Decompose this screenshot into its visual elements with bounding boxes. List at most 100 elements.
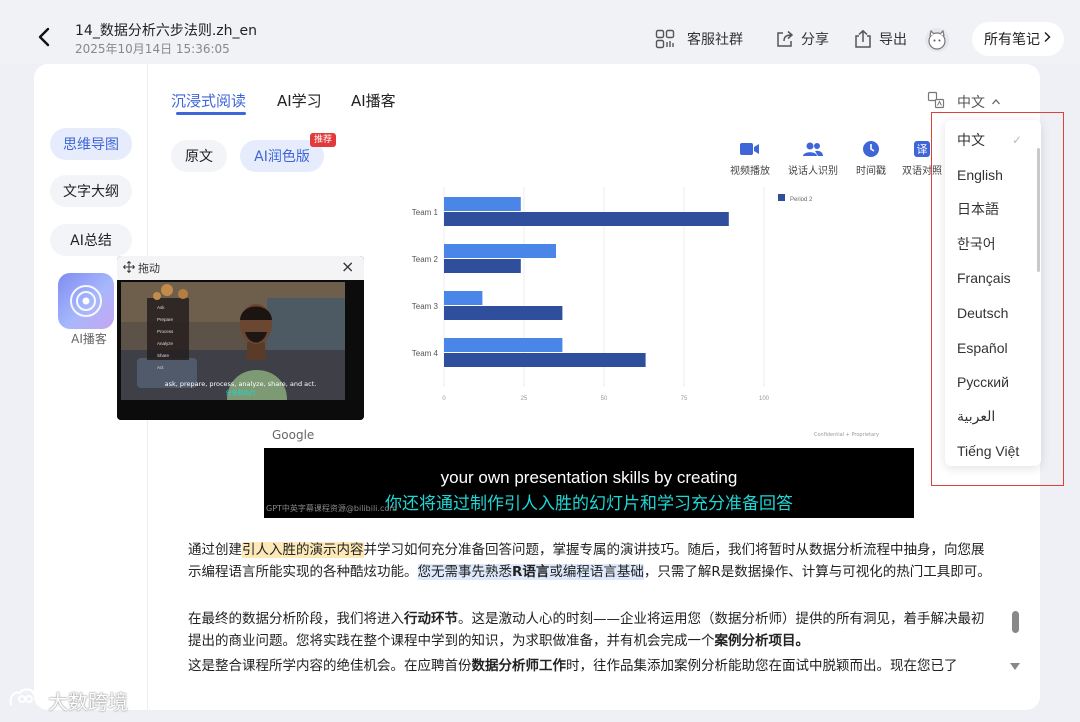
floating-video-player[interactable]: 拖动 × Ask Prepare Process Analyze Share Act as…	[117, 256, 364, 420]
active-tab-indicator	[176, 112, 246, 115]
para-text: 时，往作品集添加案例分析能助您在面试中脱颖而出。现在您已了	[566, 658, 958, 674]
translate-icon	[927, 91, 945, 113]
all-notes-label: 所有笔记	[984, 32, 1040, 48]
google-label: Google	[272, 428, 315, 442]
podcast-wave-icon	[70, 285, 102, 317]
chart-tick-label: 25	[521, 396, 528, 402]
slide-menu-item: Act	[157, 365, 164, 370]
grid-icon	[655, 29, 675, 49]
community-button[interactable]: 客服社群	[655, 28, 743, 50]
timestamp-label: 时间戳	[856, 166, 886, 177]
highlight-blue: 您无需事先熟悉	[417, 563, 512, 580]
brand-watermark: 大数跨境	[8, 686, 128, 715]
language-select[interactable]: 中文	[927, 91, 1001, 113]
dropdown-highlight-outline	[931, 112, 1064, 486]
highlight-blue-bold: R语言	[512, 563, 550, 580]
video-watermark: GPT中英字幕课程资源@bilibili.com	[266, 504, 398, 513]
language-select-label: 中文	[957, 95, 985, 111]
confidential-label: Confidential + Proprietary	[814, 432, 880, 438]
users-icon	[802, 140, 824, 158]
chart-legend-swatch	[778, 194, 785, 201]
para-text: 通过创建	[188, 542, 242, 558]
sidebar-item-ai-summary[interactable]: AI总结	[50, 224, 132, 256]
document-date: 2025年10月14日 15:36:05	[75, 42, 230, 56]
slide-menu-item: Ask	[157, 305, 165, 310]
chart-legend-label: Period 2	[790, 197, 813, 203]
share-icon	[775, 29, 795, 49]
chart-bar	[444, 259, 521, 273]
bold-keyword: 案例分析项目。	[714, 632, 810, 649]
move-icon	[123, 260, 135, 276]
chart-category-label: Team 4	[412, 349, 439, 358]
chart-bar	[444, 291, 483, 305]
export-label: 导出	[879, 32, 907, 48]
highlight-yellow: 引人入胜的演示内容	[242, 542, 364, 558]
drag-handle[interactable]: 拖动	[123, 260, 160, 276]
transcript-paragraph-2[interactable]: 在最终的数据分析阶段，我们将进入行动环节。这是激动人心的时刻——企业将运用您（数…	[188, 609, 994, 652]
chart-bar	[444, 338, 563, 352]
bold-keyword: 数据分析师工作	[471, 658, 567, 674]
video-subtitle-strip[interactable]: your own presentation skills by creating…	[264, 448, 914, 518]
export-button[interactable]: 导出	[853, 28, 907, 50]
drag-label: 拖动	[138, 262, 160, 275]
original-version-button[interactable]: 原文	[171, 140, 227, 172]
translate-badge-icon: 译	[911, 140, 933, 158]
chart-bar	[444, 306, 563, 320]
speaker-identify-button[interactable]: 说话人识别	[783, 140, 843, 177]
chart-bar	[444, 353, 646, 367]
slide-menu-item: Process	[157, 329, 174, 334]
share-button[interactable]: 分享	[775, 28, 829, 50]
slide-menu-item: Share	[157, 353, 170, 358]
all-notes-button[interactable]: 所有笔记	[972, 22, 1064, 56]
clock-icon	[860, 140, 882, 158]
timestamp-button[interactable]: 时间戳	[841, 140, 901, 177]
slide-menu-item: Prepare	[157, 317, 174, 322]
scroll-down-arrow-icon[interactable]	[1010, 663, 1020, 670]
tab-immersive-reading[interactable]: 沉浸式阅读	[171, 90, 246, 111]
back-arrow-icon[interactable]	[34, 26, 56, 48]
close-icon[interactable]: ×	[341, 259, 354, 275]
chart-tick-label: 100	[759, 396, 770, 402]
presenter-scene	[117, 280, 364, 420]
svg-text:译: 译	[917, 143, 928, 156]
slide-menu-item: Analyze	[157, 341, 174, 346]
chart-tick-label: 50	[601, 396, 608, 402]
user-avatar[interactable]	[925, 28, 949, 52]
floating-video-caption-zh: 分享和执行	[225, 390, 256, 397]
chevron-right-icon	[1042, 31, 1052, 47]
transcript-paragraph-1[interactable]: 通过创建引人入胜的演示内容并学习如何充分准备回答问题，掌握专属的演讲技巧。随后，…	[188, 540, 994, 583]
brand-watermark-text: 大数跨境	[48, 690, 128, 714]
chart-category-label: Team 2	[412, 255, 439, 264]
floating-video-caption-en: ask, prepare, process, analyze, share, a…	[164, 380, 317, 388]
video-play-label: 视频播放	[730, 166, 770, 177]
share-label: 分享	[801, 32, 829, 48]
document-title: 14_数据分析六步法则.zh_en	[75, 23, 257, 39]
speaker-identify-label: 说话人识别	[788, 166, 838, 177]
transcript-paragraph-3[interactable]: 这是整合课程所学内容的绝佳机会。在应聘首份数据分析师工作时，往作品集添加案例分析…	[188, 656, 994, 678]
chart-bar	[444, 212, 729, 226]
tab-ai-podcast[interactable]: AI播客	[351, 90, 396, 111]
brand-logo-icon	[8, 687, 42, 714]
video-camera-icon	[739, 140, 761, 158]
slide-menu-list: Ask Prepare Process Analyze Share Act	[157, 302, 173, 374]
floating-video-titlebar[interactable]: 拖动 ×	[117, 256, 364, 280]
chart-category-label: Team 1	[412, 208, 439, 217]
sidebar-item-outline[interactable]: 文字大纲	[50, 175, 132, 207]
para-text: 在最终的数据分析阶段，我们将进入	[188, 611, 404, 627]
sidebar-item-mind-map[interactable]: 思维导图	[50, 128, 132, 160]
ai-podcast-tile[interactable]	[58, 273, 114, 329]
scrollbar-thumb[interactable]	[1012, 611, 1019, 633]
tab-ai-learn[interactable]: AI学习	[277, 90, 322, 111]
video-frame[interactable]: Ask Prepare Process Analyze Share Act	[117, 280, 364, 420]
video-play-button[interactable]: 视频播放	[720, 140, 780, 177]
bold-keyword: 行动环节	[404, 611, 458, 627]
para-text: ，只需了解R是数据操作、计算与可视化的热门工具即可。	[643, 563, 991, 580]
chart-tick-label: 0	[442, 396, 446, 402]
top-bar: 14_数据分析六步法则.zh_en 2025年10月14日 15:36:05 客…	[0, 0, 1080, 64]
chart-category-label: Team 3	[412, 302, 439, 311]
para-text: 这是整合课程所学内容的绝佳机会。在应聘首份	[188, 658, 472, 674]
subtitle-english: your own presentation skills by creating	[440, 468, 738, 487]
chart-tick-label: 75	[681, 396, 688, 402]
export-icon	[853, 29, 873, 49]
community-label: 客服社群	[687, 32, 743, 48]
